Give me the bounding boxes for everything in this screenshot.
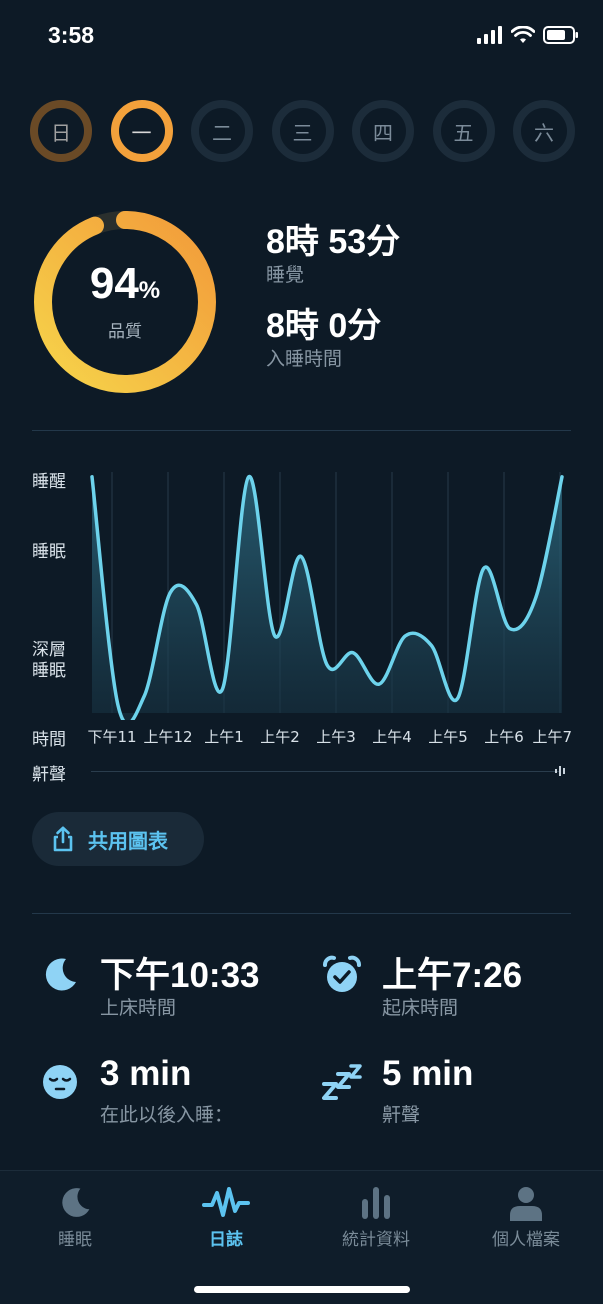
- wake-value: 上午7:26: [382, 956, 523, 995]
- tab-profile[interactable]: 個人檔案: [451, 1185, 601, 1250]
- bedtime-label: 上床時間: [100, 997, 177, 1019]
- moon-icon: [62, 1188, 90, 1217]
- fall-asleep-value: 3 min: [100, 1054, 192, 1093]
- x-tick-label: 上午4: [372, 728, 412, 746]
- sleep-area: [92, 476, 562, 720]
- x-tick-label: 上午5: [428, 728, 468, 746]
- snore-wave-icon: [555, 766, 565, 776]
- tab-sleep[interactable]: 睡眠: [0, 1185, 150, 1250]
- divider: [32, 913, 571, 914]
- snore-line: [91, 771, 561, 772]
- fall-asleep-label: 在此以後入睡：: [100, 1104, 234, 1126]
- x-tick-label: 上午6: [484, 728, 524, 746]
- tab-journal[interactable]: 日誌: [151, 1185, 301, 1250]
- snore-value: 5 min: [382, 1054, 474, 1093]
- snore-label: 鼾聲: [382, 1104, 421, 1126]
- zzz-icon: [322, 1064, 362, 1100]
- bar-chart-icon: [362, 1187, 390, 1219]
- share-chart-label: 共用圖表: [88, 828, 168, 853]
- tab-statistics[interactable]: 統計資料: [301, 1185, 451, 1250]
- wake-label: 起床時間: [382, 997, 459, 1019]
- sleep-chart-plot: [90, 472, 564, 720]
- bedtime-value: 下午10:33: [100, 956, 260, 995]
- x-tick-label: 上午7: [532, 728, 572, 746]
- x-tick-label: 上午3: [316, 728, 356, 746]
- sleepy-face-icon: [43, 1065, 77, 1099]
- share-chart-button[interactable]: 共用圖表: [32, 812, 204, 866]
- x-axis: 時間 下午11 上午12 上午1 上午2 上午3 上午4 上午5 上午6 上午7: [32, 725, 572, 750]
- snore-row-label: 鼾聲: [32, 765, 66, 785]
- home-indicator: [194, 1286, 410, 1293]
- share-icon: [53, 826, 73, 852]
- x-tick-label: 上午1: [204, 728, 244, 746]
- heartbeat-icon: [202, 1187, 250, 1217]
- x-axis-label: 時間: [32, 730, 66, 750]
- person-icon: [510, 1187, 542, 1221]
- alarm-clock-icon: [323, 955, 361, 992]
- x-tick-label: 下午11: [87, 728, 137, 746]
- x-tick-label: 上午2: [260, 728, 300, 746]
- moon-icon: [45, 958, 76, 991]
- tab-bar: 睡眠 日誌 統計資料 個人檔案: [0, 1170, 603, 1304]
- x-tick-label: 上午12: [143, 728, 193, 746]
